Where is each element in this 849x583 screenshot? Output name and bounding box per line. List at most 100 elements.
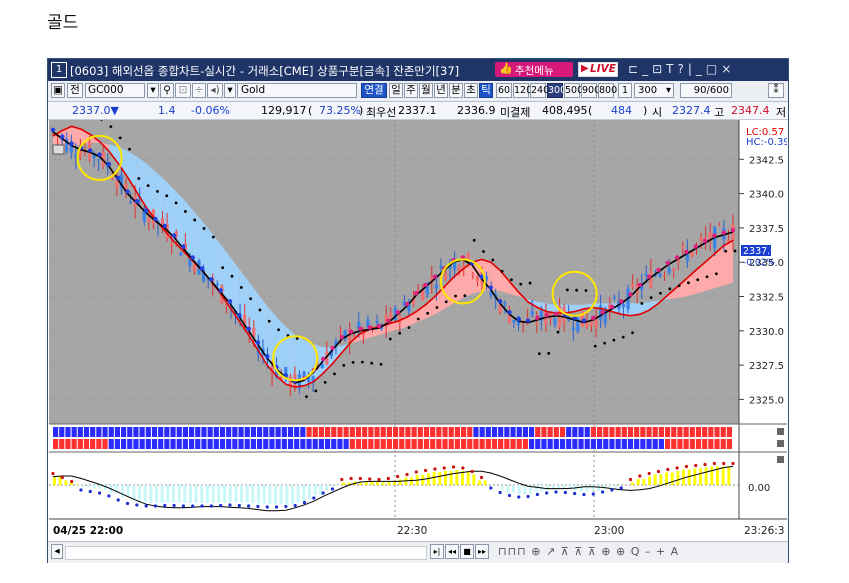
tick-count-select[interactable]: 300 ▾ <box>634 83 674 98</box>
jeon-button[interactable]: 전 <box>67 83 83 98</box>
signal-block <box>343 439 349 449</box>
name-dropdown-icon[interactable]: ▾ <box>224 83 236 98</box>
tick-800[interactable]: 800 <box>598 83 617 98</box>
tick-1[interactable]: 1 <box>618 83 632 98</box>
candle-body <box>375 321 379 324</box>
drawing-tools[interactable]: ⊓⊓⊓ ⊕ ↗ ⊼ ⊼ ⊼ ⊕ ⊕ Q – + A <box>498 545 679 558</box>
sar-dot <box>547 351 551 355</box>
price-chart[interactable]: 2325.02327.52330.02332.52335.02337.52340… <box>49 105 790 541</box>
chart-area[interactable]: 2325.0 2327.5 2330.0 2332.5 2335.0 2337.5 2340… <box>49 105 790 541</box>
period-week[interactable]: 주 <box>404 83 418 98</box>
osc-dot <box>703 462 707 467</box>
current-price: 2337.0▼ <box>72 104 119 117</box>
sar-dot <box>705 275 709 279</box>
signal-block <box>485 439 491 449</box>
sar-dot <box>714 272 718 276</box>
period-year[interactable]: 년 <box>434 83 448 98</box>
settings-icon[interactable]: ⁑ <box>768 83 784 98</box>
candle-body <box>434 284 438 289</box>
layout-icon[interactable]: ▣ <box>51 83 65 98</box>
search-icon[interactable]: ⚲ <box>160 83 174 98</box>
signal-block <box>436 427 442 437</box>
signal-block <box>189 427 195 437</box>
osc-bar <box>727 466 731 485</box>
signal-block <box>553 439 559 449</box>
candle-body <box>338 330 343 333</box>
signal-block <box>498 439 504 449</box>
osc-bar <box>631 482 634 485</box>
help-icon[interactable]: ? <box>677 62 687 76</box>
candle-body <box>147 217 151 222</box>
signal-block <box>590 439 596 449</box>
signal-dot <box>69 141 74 146</box>
tick-60[interactable]: 60 <box>496 83 512 98</box>
signal-dot <box>544 312 549 318</box>
tick-300[interactable]: 300 <box>547 83 566 98</box>
tick-120[interactable]: 120 <box>513 83 532 98</box>
chevron-down-icon: ▾ <box>665 85 671 96</box>
display-count-field[interactable]: 90/600 <box>680 83 732 98</box>
nav-back-button[interactable]: ◂◂ <box>445 544 459 559</box>
compare-icon[interactable]: ⊡ <box>175 83 191 98</box>
maximize-icon[interactable]: □ <box>706 62 721 76</box>
nav-end-button[interactable]: ▸| <box>430 544 444 559</box>
signal-dot <box>591 315 596 321</box>
y-tick-label: 2340.0 <box>749 190 784 201</box>
code-input[interactable]: GC000 <box>85 83 145 98</box>
code-dropdown-icon[interactable]: ▾ <box>147 83 159 98</box>
recommend-menu-button[interactable]: 👍 추천메뉴 <box>495 62 573 77</box>
tick-240[interactable]: 240 <box>530 83 549 98</box>
period-second[interactable]: 초 <box>464 83 478 98</box>
sound-icon[interactable]: ◂) <box>207 83 223 98</box>
osc-bar <box>636 479 640 485</box>
nav-forward-button[interactable]: ▸▸ <box>475 544 489 559</box>
signal-block <box>702 427 708 437</box>
signal-dot <box>646 274 652 279</box>
osc-dot <box>274 505 279 509</box>
font-icon[interactable]: T <box>666 62 677 76</box>
nav-stop-button[interactable]: ■ <box>460 544 474 559</box>
minimize-icon[interactable]: _ <box>696 62 706 76</box>
period-day[interactable]: 일 <box>389 83 403 98</box>
window-controls[interactable]: ⊏_⊡T?|_□× <box>628 62 735 76</box>
signal-dot <box>339 334 344 340</box>
bottom-toolbar: ◂ ▸| ◂◂ ■ ▸▸ ⊓⊓⊓ ⊕ ↗ ⊼ ⊼ ⊼ ⊕ ⊕ Q – + A <box>48 541 788 563</box>
link-icon[interactable]: ⊏ <box>628 62 642 76</box>
sar-dot <box>109 125 113 129</box>
signal-block <box>553 427 559 437</box>
scrollbar-track[interactable] <box>65 546 427 560</box>
period-tick[interactable]: 틱 <box>479 83 493 98</box>
stepper-icon[interactable]: ÷ <box>192 83 206 98</box>
tick-900[interactable]: 900 <box>581 83 600 98</box>
signal-block <box>522 439 528 449</box>
close-icon[interactable]: × <box>721 62 735 76</box>
signal-block <box>491 427 498 437</box>
scroll-left-button[interactable]: ◂ <box>51 544 63 559</box>
time-label-0: 04/25 22:00 <box>53 525 123 537</box>
signal-block <box>108 427 114 437</box>
signal-dot <box>60 134 65 139</box>
tick-500[interactable]: 500 <box>564 83 583 98</box>
live-button[interactable]: ▶ LIVE <box>578 62 618 77</box>
osc-dot <box>656 469 661 474</box>
signal-block <box>535 427 541 437</box>
minimize-chart-icon[interactable]: _ <box>642 62 652 76</box>
signal-block <box>609 427 615 437</box>
osc-dot <box>265 505 269 509</box>
signal-dot <box>209 277 214 282</box>
osc-bar <box>421 475 425 485</box>
signal-dot <box>619 299 624 304</box>
period-minute[interactable]: 분 <box>449 83 463 98</box>
signal-block <box>411 427 417 437</box>
signal-block <box>281 427 287 437</box>
signal-block <box>133 439 139 449</box>
signal-dot <box>665 260 670 266</box>
period-month[interactable]: 월 <box>419 83 433 98</box>
product-name-field[interactable]: Gold <box>237 83 357 98</box>
restore-chart-icon[interactable]: ⊡ <box>652 62 666 76</box>
linked-button[interactable]: 연결 <box>361 83 387 98</box>
osc-bar <box>228 485 232 502</box>
candle-body <box>179 252 183 256</box>
sar-dot <box>510 278 513 282</box>
signal-block <box>708 439 714 449</box>
